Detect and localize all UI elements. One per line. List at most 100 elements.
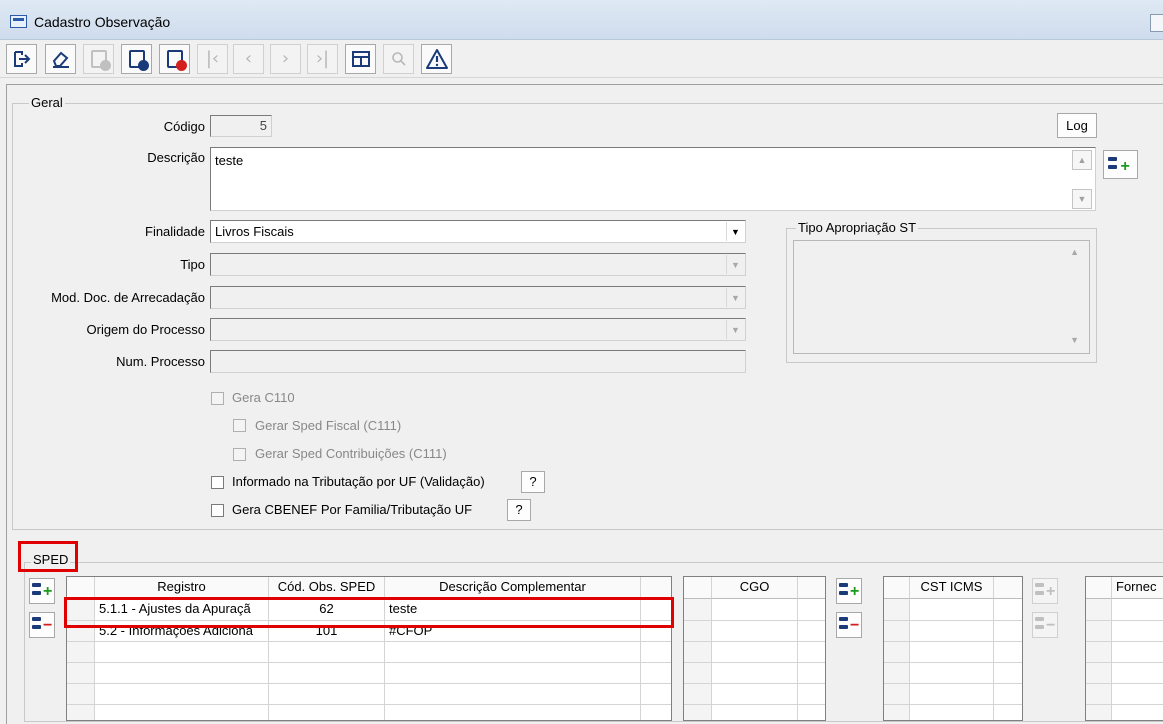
table-cell <box>385 642 641 663</box>
save-icon <box>128 50 149 71</box>
save-button[interactable] <box>121 44 152 74</box>
chevron-down-icon: ▼ <box>726 288 744 307</box>
table-cell <box>798 642 825 663</box>
search-button[interactable] <box>383 44 414 74</box>
sped-contrib-checkbox[interactable] <box>233 448 246 461</box>
first-record-icon: |‹ <box>205 48 220 69</box>
codigo-label: Código <box>163 119 205 134</box>
table-cell <box>95 663 269 684</box>
col-header-fornecedor[interactable]: Fornec <box>1112 577 1163 599</box>
window-title: Cadastro Observação <box>34 14 171 30</box>
grid-view-button[interactable] <box>345 44 376 74</box>
finalidade-label: Finalidade <box>145 224 205 239</box>
gera-c110-checkbox[interactable] <box>211 392 224 405</box>
row-indicator <box>1086 642 1112 663</box>
col-header-cgo[interactable]: CGO <box>712 577 798 599</box>
delete-button[interactable] <box>159 44 190 74</box>
mod-doc-select[interactable]: ▼ <box>210 286 746 309</box>
col-header-descricao[interactable]: Descrição Complementar <box>385 577 641 599</box>
cst-add-button[interactable]: + <box>1032 578 1058 604</box>
warning-button[interactable] <box>421 44 452 74</box>
row-indicator <box>67 684 95 705</box>
table-cell <box>385 684 641 705</box>
row-indicator <box>67 642 95 663</box>
chevron-down-icon: ▼ <box>726 320 744 339</box>
sped-remove-button[interactable]: − <box>29 612 55 638</box>
gera-cbenef-help-button[interactable]: ? <box>507 499 531 521</box>
eraser-icon <box>52 51 69 68</box>
table-cell <box>641 684 671 705</box>
table-cell <box>269 663 385 684</box>
scroll-up-icon: ▲ <box>1070 247 1079 257</box>
sped-fiscal-checkbox[interactable] <box>233 419 246 432</box>
informado-uf-checkbox[interactable] <box>211 476 224 489</box>
sped-fiscal-label: Gerar Sped Fiscal (C111) <box>255 418 402 433</box>
last-record-button[interactable]: ›| <box>307 44 338 74</box>
row-indicator <box>1086 599 1112 621</box>
first-record-button[interactable]: |‹ <box>197 44 228 74</box>
cgo-remove-button[interactable]: − <box>836 612 862 638</box>
cgo-add-button[interactable]: + <box>836 578 862 604</box>
gera-c110-label: Gera C110 <box>232 390 295 405</box>
add-record-button[interactable] <box>83 44 114 74</box>
toolbar: |‹ ‹ › ›| <box>0 40 1163 78</box>
informado-uf-help-button[interactable]: ? <box>521 471 545 493</box>
add-observation-button[interactable]: + <box>1103 150 1138 179</box>
fornecedor-grid: Fornec <box>1085 576 1163 721</box>
table-cell <box>1112 705 1163 720</box>
num-processo-label: Num. Processo <box>116 354 205 369</box>
row-indicator <box>67 663 95 684</box>
previous-record-button[interactable]: ‹ <box>233 44 264 74</box>
scroll-up-button[interactable]: ▲ <box>1072 150 1092 170</box>
table-cell <box>994 663 1022 684</box>
warning-icon <box>425 49 448 69</box>
origem-select[interactable]: ▼ <box>210 318 746 341</box>
table-cell <box>712 684 798 705</box>
col-header-cst-icms[interactable]: CST ICMS <box>910 577 994 599</box>
row-indicator <box>1086 705 1112 720</box>
sped-contrib-label: Gerar Sped Contribuições (C111) <box>255 446 447 461</box>
clear-button[interactable] <box>45 44 76 74</box>
row-indicator <box>684 684 712 705</box>
table-cell <box>641 663 671 684</box>
cgo-grid: CGO <box>683 576 826 721</box>
table-cell <box>994 705 1022 720</box>
table-cell <box>712 663 798 684</box>
col-header-extra <box>641 577 671 599</box>
mod-doc-label: Mod. Doc. de Arrecadação <box>51 290 205 305</box>
row-indicator <box>884 642 910 663</box>
table-cell <box>385 663 641 684</box>
table-cell <box>798 684 825 705</box>
scroll-down-button[interactable]: ▼ <box>1072 189 1092 209</box>
sped-add-button[interactable]: + <box>29 578 55 604</box>
row-indicator <box>67 705 95 720</box>
table-cell <box>994 642 1022 663</box>
cst-remove-button[interactable]: − <box>1032 612 1058 638</box>
col-header-registro[interactable]: Registro <box>95 577 269 599</box>
finalidade-value: Livros Fiscais <box>215 224 294 239</box>
tipo-select[interactable]: ▼ <box>210 253 746 276</box>
sped-highlight-box <box>18 541 78 572</box>
minimize-button[interactable] <box>1150 14 1163 32</box>
tipo-apropriacao-list[interactable]: ▲ ▼ <box>793 240 1090 354</box>
log-button[interactable]: Log <box>1057 113 1097 138</box>
col-header-cod-obs[interactable]: Cód. Obs. SPED <box>269 577 385 599</box>
descricao-textarea[interactable]: teste <box>210 147 1096 211</box>
row-indicator <box>1086 684 1112 705</box>
table-cell <box>1112 663 1163 684</box>
gera-cbenef-checkbox[interactable] <box>211 504 224 517</box>
table-cell <box>910 621 994 642</box>
finalidade-select[interactable]: Livros Fiscais ▼ <box>210 220 746 243</box>
gera-cbenef-label: Gera CBENEF Por Familia/Tributação UF <box>232 502 473 517</box>
add-record-icon <box>90 50 111 71</box>
table-cell <box>269 684 385 705</box>
table-cell <box>641 642 671 663</box>
list-add-icon: + <box>1035 582 1055 600</box>
next-record-button[interactable]: › <box>270 44 301 74</box>
delete-icon <box>166 50 187 71</box>
table-cell <box>994 621 1022 642</box>
exit-button[interactable] <box>6 44 37 74</box>
chevron-down-icon: ▼ <box>726 222 744 241</box>
num-processo-field[interactable] <box>210 350 746 373</box>
origem-label: Origem do Processo <box>86 322 206 337</box>
